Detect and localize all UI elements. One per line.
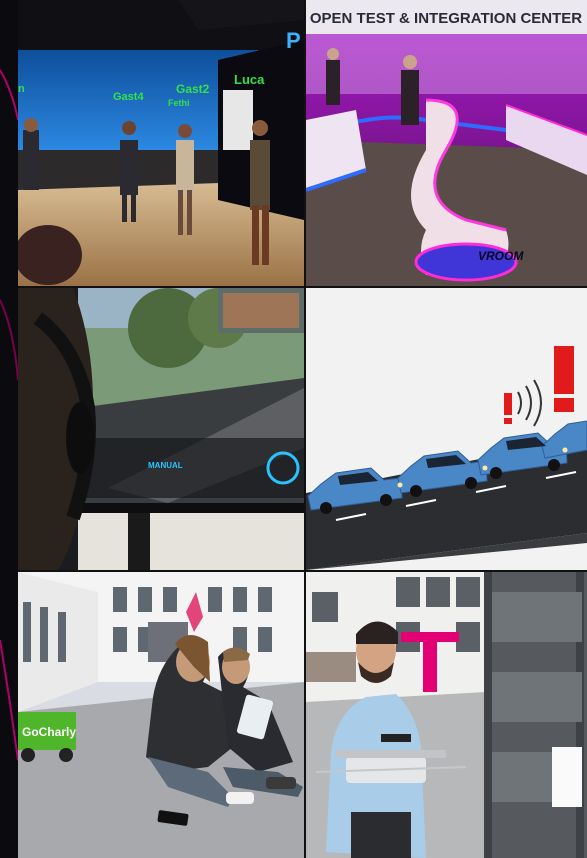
avatar-label-n: n <box>18 83 25 95</box>
mode-label: MANUAL <box>148 461 183 470</box>
connected-cars-illustration <box>306 288 587 570</box>
test-center-photo: OPEN TEST & INTEGRATION CENTER VROOM <box>306 0 587 286</box>
avatar-label-fethi: Fethi <box>168 98 190 108</box>
simulator-photo: MANUAL <box>18 288 304 570</box>
left-edge-decoration <box>0 0 18 858</box>
outdoor-robot-photo: GoCharly <box>18 572 304 858</box>
avatar-label-gast4: Gast4 <box>113 91 144 103</box>
avatar-label-luca: Luca <box>234 72 265 87</box>
robot-label: GoCharly <box>22 725 76 739</box>
avatar-label-gast2: Gast2 <box>176 82 210 96</box>
track-side-text: VROOM <box>478 249 524 263</box>
vr-room-photo: P n Gast4 Gast2 Fethi Luca <box>18 0 304 286</box>
drone-engineer-photo <box>306 572 587 858</box>
svg-text:P: P <box>286 28 301 53</box>
banner-text: OPEN TEST & INTEGRATION CENTER <box>310 10 582 27</box>
